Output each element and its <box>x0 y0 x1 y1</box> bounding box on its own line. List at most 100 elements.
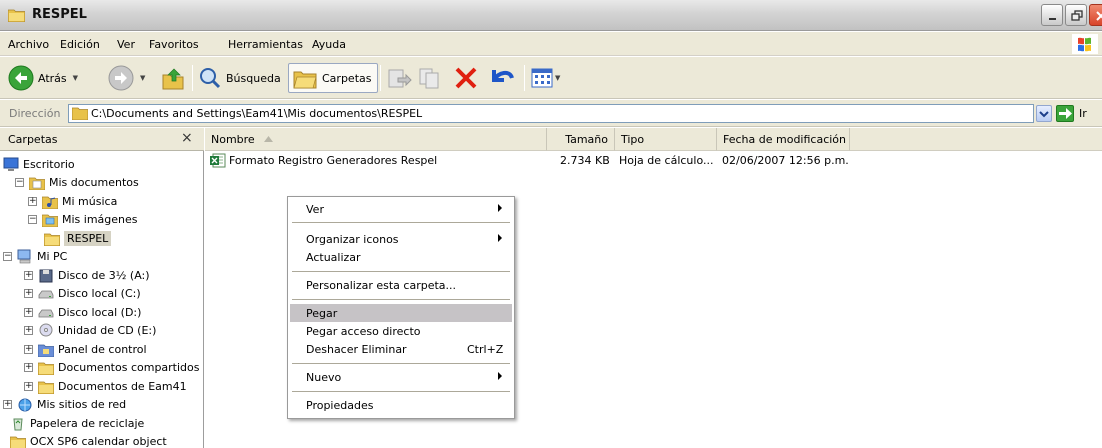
chevron-down-icon[interactable]: ▼ <box>555 74 560 82</box>
window-title: RESPEL <box>32 7 87 22</box>
chevron-down-icon[interactable]: ▼ <box>73 74 78 82</box>
submenu-arrow-icon <box>498 372 502 380</box>
hard-drive-icon <box>38 286 54 301</box>
tree-item[interactable]: − Mi PC <box>3 248 67 266</box>
recycle-bin-icon <box>10 416 26 431</box>
copy-to-button[interactable] <box>418 63 444 93</box>
tree-item[interactable]: + Mi música <box>28 192 117 210</box>
close-button[interactable] <box>1089 4 1102 26</box>
menu-separator <box>292 391 510 392</box>
tree-item[interactable]: + Documentos de Eam41 <box>24 377 187 395</box>
forward-arrow-icon <box>108 65 134 91</box>
tree-item-label: Disco local (C:) <box>58 287 141 300</box>
tree-item-label: Documentos compartidos <box>58 361 200 374</box>
tree-item[interactable]: − Mis documentos <box>15 174 139 192</box>
tree-item-label: Mis documentos <box>49 176 139 189</box>
context-item-personalizar[interactable]: Personalizar esta carpeta... <box>290 276 512 294</box>
context-item-actualizar[interactable]: Actualizar <box>290 248 512 266</box>
file-row[interactable]: Formato Registro Generadores Respel 2.73… <box>205 152 1102 170</box>
menu-favoritos[interactable]: Favoritos <box>149 38 199 51</box>
menu-ayuda[interactable]: Ayuda <box>312 38 346 51</box>
context-item-pegar-acceso-directo[interactable]: Pegar acceso directo <box>290 322 512 340</box>
tree-item[interactable]: Escritorio <box>3 155 75 173</box>
tree-item[interactable]: Papelera de reciclaje <box>10 414 144 432</box>
column-header-size[interactable]: Tamaño <box>547 128 615 151</box>
folder-icon <box>37 360 55 376</box>
menu-edicion[interactable]: Edición <box>60 38 100 51</box>
context-item-ver[interactable]: Ver <box>290 200 512 218</box>
move-to-button[interactable] <box>386 63 412 93</box>
expand-icon[interactable]: + <box>24 344 33 354</box>
expand-icon[interactable]: + <box>24 381 33 391</box>
menu-herramientas[interactable]: Herramientas <box>228 38 303 51</box>
folder-icon <box>8 9 25 22</box>
tree-item[interactable]: + Disco local (D:) <box>24 303 141 321</box>
context-item-nuevo[interactable]: Nuevo <box>290 368 512 386</box>
tree-item-label: Disco de 3½ (A:) <box>58 268 150 282</box>
tree-item[interactable]: − Mis imágenes <box>28 211 138 229</box>
expand-icon[interactable]: + <box>24 270 33 280</box>
expand-icon[interactable]: + <box>28 196 37 206</box>
file-modified: 02/06/2007 12:56 p.m. <box>722 154 849 167</box>
minimize-button[interactable] <box>1041 4 1063 26</box>
tree-item[interactable]: + Panel de control <box>24 340 147 358</box>
collapse-icon[interactable]: − <box>3 252 12 261</box>
control-panel-icon <box>37 342 55 357</box>
cd-drive-icon <box>38 323 54 338</box>
move-to-icon <box>388 69 412 88</box>
tree-item[interactable]: + Disco local (C:) <box>24 285 141 303</box>
forward-button[interactable]: ▼ <box>108 63 145 93</box>
collapse-icon[interactable]: − <box>15 178 24 187</box>
column-header-modified[interactable]: Fecha de modificación <box>717 128 850 151</box>
title-bar[interactable]: RESPEL <box>0 0 1102 31</box>
tree-item[interactable]: + Disco de 3½ (A:) <box>24 266 150 284</box>
expand-icon[interactable]: + <box>24 307 33 317</box>
context-item-deshacer-eliminar[interactable]: Deshacer Eliminar Ctrl+Z <box>290 340 512 358</box>
back-button[interactable]: Atrás ▼ <box>8 63 78 93</box>
folder-icon <box>9 434 27 448</box>
expand-icon[interactable]: + <box>24 289 33 298</box>
toolbar-separator <box>192 65 193 91</box>
tree-item-label: Mis sitios de red <box>37 398 127 411</box>
address-dropdown-button[interactable] <box>1036 105 1052 122</box>
address-input[interactable]: C:\Documents and Settings\Eam41\Mis docu… <box>68 104 1034 123</box>
go-button[interactable] <box>1056 105 1074 122</box>
tree-item[interactable]: + Documentos compartidos <box>24 359 200 377</box>
delete-button[interactable] <box>452 63 480 93</box>
views-button[interactable]: ▼ <box>530 63 560 93</box>
restore-button[interactable] <box>1065 4 1087 26</box>
tree-item-label: Disco local (D:) <box>58 305 142 319</box>
column-header-type[interactable]: Tipo <box>615 128 717 151</box>
expand-icon[interactable]: + <box>24 363 33 372</box>
undo-button[interactable] <box>488 63 516 93</box>
go-label[interactable]: Ir <box>1079 107 1087 120</box>
column-header-filler <box>850 128 1102 151</box>
close-pane-icon[interactable]: × <box>181 130 193 146</box>
expand-icon[interactable]: + <box>3 400 12 409</box>
copy-to-icon <box>419 68 439 89</box>
shortcut-label: Ctrl+Z <box>467 343 504 356</box>
search-button[interactable]: Búsqueda <box>198 63 281 93</box>
collapse-icon[interactable]: − <box>28 215 37 224</box>
tree-item[interactable]: + Mis sitios de red <box>3 396 126 414</box>
menu-ver[interactable]: Ver <box>117 38 135 51</box>
context-item-propiedades[interactable]: Propiedades <box>290 396 512 414</box>
tree-item[interactable]: OCX SP6 calendar object <box>9 433 167 448</box>
tree-item-label: Mi PC <box>37 250 68 263</box>
tree-item-label: OCX SP6 calendar object <box>30 435 167 448</box>
views-icon <box>531 68 553 88</box>
context-item-pegar[interactable]: Pegar <box>290 304 512 322</box>
column-header-name[interactable]: Nombre <box>205 128 547 151</box>
folders-button[interactable]: Carpetas <box>288 63 379 93</box>
folder-icon <box>37 379 55 394</box>
menu-archivo[interactable]: Archivo <box>8 38 49 51</box>
context-item-organizar-iconos[interactable]: Organizar iconos <box>290 230 512 248</box>
tree-item-label: Documentos de Eam41 <box>58 379 187 393</box>
tree-item[interactable]: RESPEL <box>43 229 112 247</box>
chevron-down-icon[interactable]: ▼ <box>140 74 145 82</box>
desktop-icon <box>3 157 19 172</box>
up-folder-button[interactable] <box>160 63 186 93</box>
hard-drive-icon <box>38 305 54 320</box>
tree-item[interactable]: + Unidad de CD (E:) <box>24 322 156 340</box>
expand-icon[interactable]: + <box>24 326 33 335</box>
